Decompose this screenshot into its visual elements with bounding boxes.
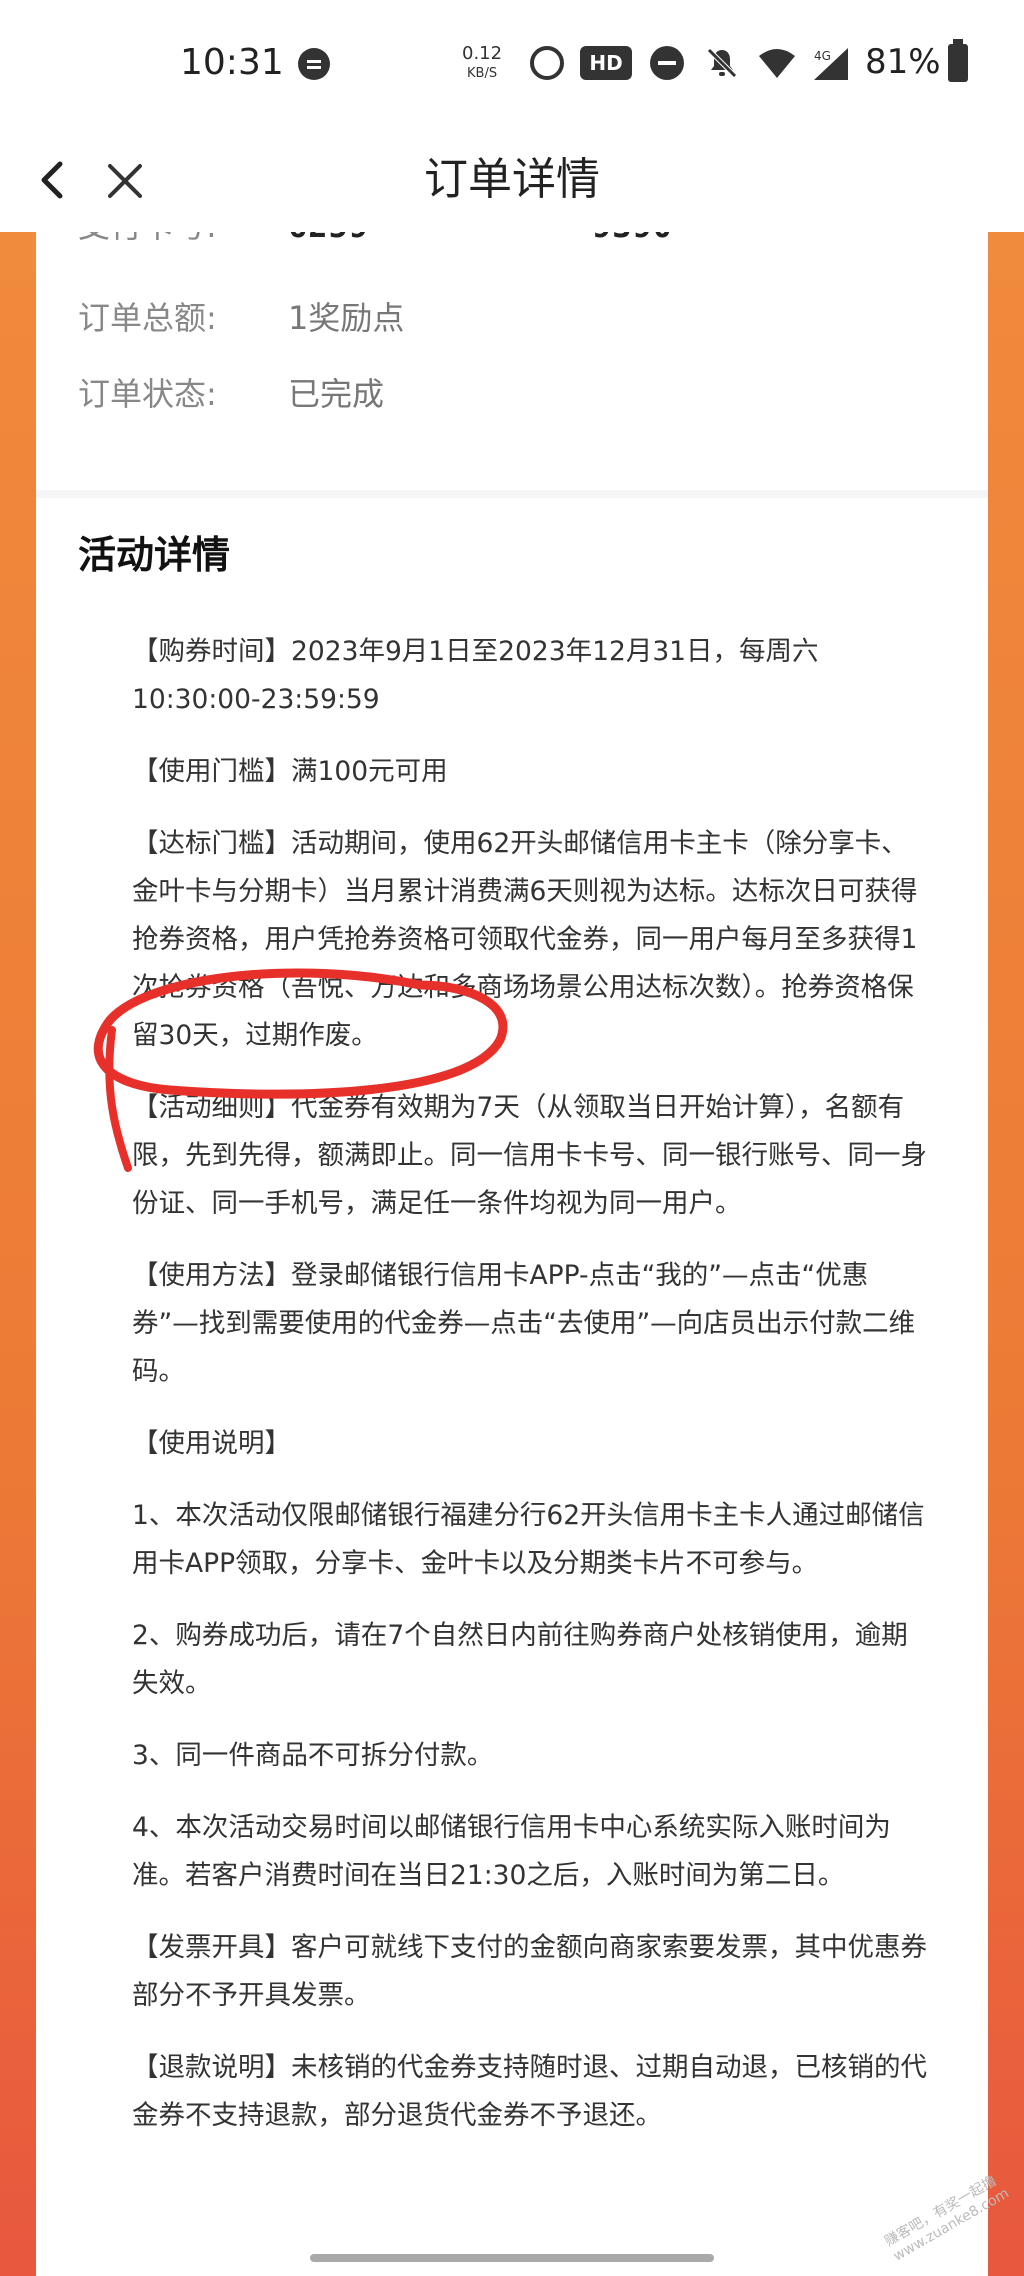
- message-notification-icon: [298, 48, 330, 80]
- hd-icon: HD: [580, 46, 632, 80]
- activity-paragraph: 【发票开具】客户可就线下支付的金额向商家索要发票，其中优惠券部分不予开具发票。: [132, 1932, 927, 2011]
- activity-content: 【购券时间】2023年9月1日至2023年12月31日，每周六10:30:00-…: [132, 628, 932, 2164]
- status-bar: 10:31 0.12 KB/S HD 4G 81%: [0, 0, 1024, 130]
- card-value: 6259 **** **** 9390: [288, 232, 673, 248]
- nav-bar: 订单详情: [0, 130, 1024, 232]
- home-indicator[interactable]: [310, 2254, 714, 2262]
- status-label: 订单状态:: [78, 375, 217, 413]
- notifications-off-icon: [705, 46, 739, 80]
- side-border-right: [988, 232, 1024, 2276]
- amount-value: 1奖励点: [288, 299, 405, 337]
- order-info-card: 支付卡号: 6259 **** **** 9390 订单总额: 1奖励点 订单状…: [36, 232, 988, 491]
- side-border-left: [0, 232, 36, 2276]
- activity-paragraph: 4、本次活动交易时间以邮储银行信用卡中心系统实际入账时间为准。若客户消费时间在当…: [132, 1812, 891, 1891]
- activity-paragraph: 【使用方法】登录邮储银行信用卡APP-点击“我的”—点击“优惠券”—找到需要使用…: [132, 1260, 916, 1387]
- wifi-icon: [758, 46, 795, 80]
- battery-icon: [948, 39, 968, 82]
- do-not-disturb-icon: [650, 46, 684, 80]
- activity-paragraph: 【达标门槛】活动期间，使用62开头邮储信用卡主卡（除分享卡、金叶卡与分期卡）当月…: [132, 828, 918, 1051]
- activity-paragraph: 【使用门槛】满100元可用: [132, 756, 448, 787]
- activity-paragraph: 2、购券成功后，请在7个自然日内前往购券商户处核销使用，逾期失效。: [132, 1620, 908, 1699]
- net-speed-value: 0.12: [462, 43, 503, 64]
- section-divider: [36, 490, 988, 498]
- card-label: 支付卡号:: [78, 232, 278, 248]
- status-time: 10:31: [180, 42, 284, 83]
- net-speed-unit: KB/S: [467, 66, 498, 81]
- signal-icon: 4G: [812, 46, 848, 80]
- activity-details-card: 活动详情 【购券时间】2023年9月1日至2023年12月31日，每周六10:3…: [36, 498, 988, 2276]
- activity-paragraph: 1、本次活动仅限邮储银行福建分行62开头信用卡主卡人通过邮储信用卡APP领取，分…: [132, 1500, 925, 1579]
- net-speed: 0.12 KB/S: [462, 44, 502, 84]
- activity-title: 活动详情: [78, 533, 231, 577]
- activity-paragraph: 3、同一件商品不可拆分付款。: [132, 1740, 494, 1771]
- status-value: 已完成: [288, 375, 385, 413]
- network-type-label: 4G: [814, 49, 831, 63]
- activity-paragraph: 【活动细则】代金券有效期为7天（从领取当日开始计算），名额有限，先到先得，额满即…: [132, 1092, 927, 1219]
- alarm-icon: [530, 46, 564, 80]
- amount-label: 订单总额:: [78, 299, 217, 337]
- activity-paragraph: 【使用说明】: [132, 1428, 291, 1459]
- battery-level: 81%: [865, 42, 941, 82]
- page-title: 订单详情: [424, 154, 600, 205]
- activity-paragraph: 【退款说明】未核销的代金券支持随时退、过期自动退，已核销的代金券不支持退款，部分…: [132, 2052, 927, 2131]
- activity-paragraph: 【购券时间】2023年9月1日至2023年12月31日，每周六10:30:00-…: [132, 636, 819, 715]
